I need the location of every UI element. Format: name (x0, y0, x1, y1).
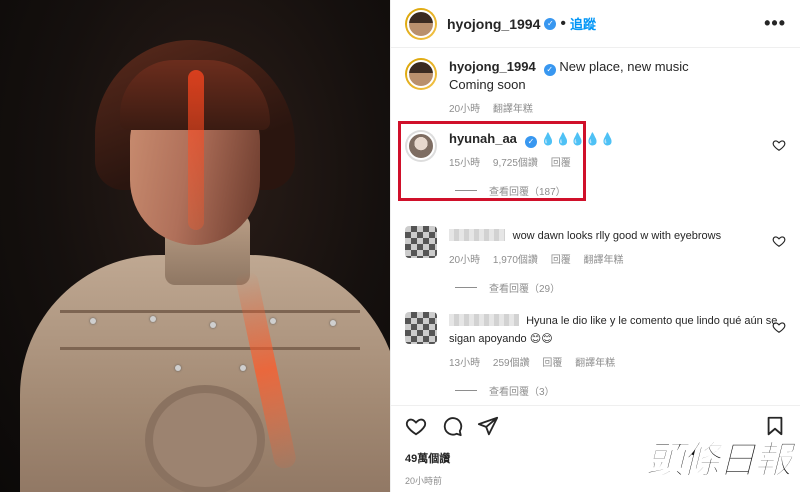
translate-link[interactable]: 翻譯年糕 (575, 358, 615, 369)
caption-translate-link[interactable]: 翻譯年糕 (493, 104, 533, 115)
like-comment-heart-icon[interactable] (772, 234, 786, 248)
photo-stud (210, 322, 216, 328)
post-side-panel: hyojong_1994 ✓ • 追蹤 ••• hyojong_1994 ✓ Ne… (390, 0, 800, 492)
comment-body: wow dawn looks rlly good w with eyebrows (512, 230, 722, 242)
comments-list: hyojong_1994 ✓ New place, new music Comin… (391, 48, 800, 402)
separator-dot: • (560, 14, 566, 32)
photo-cutout (145, 385, 265, 492)
photo-stud (175, 365, 181, 371)
caption-meta: 20小時 翻譯年糕 (449, 100, 786, 115)
caption-line2: Coming soon (449, 77, 526, 92)
comment-text: wow dawn looks rlly good w with eyebrows (449, 226, 786, 245)
reply-button[interactable]: 回覆 (542, 358, 562, 369)
blurred-username (449, 229, 505, 241)
comment-likes[interactable]: 1,970個讚 (493, 255, 538, 266)
view-replies-label[interactable]: 查看回覆（3） (489, 383, 555, 398)
view-replies-button[interactable]: 查看回覆（29） (455, 280, 786, 295)
like-comment-heart-icon[interactable] (772, 138, 786, 152)
view-replies-label[interactable]: 查看回覆（29） (489, 280, 560, 295)
comment-item: Hyuna le dio like y le comento que lindo… (405, 312, 786, 402)
photo-strap (60, 310, 360, 350)
highlight-box (398, 121, 586, 201)
comment-time: 13小時 (449, 358, 481, 369)
photo-stud (240, 365, 246, 371)
caption: hyojong_1994 ✓ New place, new music Comin… (405, 58, 786, 122)
comment-likes[interactable]: 259個讚 (493, 358, 530, 369)
photo-stud (150, 316, 156, 322)
photo-stud (270, 318, 276, 324)
like-comment-heart-icon[interactable] (772, 320, 786, 334)
post-photo (0, 0, 390, 492)
verified-icon: ✓ (544, 17, 557, 30)
commenter-avatar-blurred (405, 312, 437, 344)
caption-line1: New place, new music (559, 59, 689, 74)
verified-icon: ✓ (543, 64, 556, 76)
like-heart-icon[interactable] (405, 415, 427, 437)
view-replies-button[interactable]: 查看回覆（3） (455, 383, 786, 398)
caption-text: hyojong_1994 ✓ New place, new music Comin… (449, 58, 786, 94)
comment-meta: 20小時 1,970個讚 回覆 翻譯年糕 (449, 251, 786, 266)
newspaper-watermark-logo: 頭條日報 (645, 438, 792, 483)
author-avatar[interactable] (405, 7, 437, 40)
follow-button[interactable]: 追蹤 (570, 14, 596, 33)
commenter-avatar-blurred (405, 226, 437, 258)
instagram-post-view: hyojong_1994 ✓ • 追蹤 ••• hyojong_1994 ✓ Ne… (0, 0, 800, 492)
share-paper-plane-icon[interactable] (477, 415, 499, 437)
translate-link[interactable]: 翻譯年糕 (584, 255, 624, 266)
author-username[interactable]: hyojong_1994 (447, 16, 540, 32)
caption-author[interactable]: hyojong_1994 (449, 59, 536, 74)
reply-button[interactable]: 回覆 (551, 255, 571, 266)
post-header: hyojong_1994 ✓ • 追蹤 ••• (391, 0, 800, 48)
photo-stud (330, 320, 336, 326)
more-options-icon[interactable]: ••• (764, 13, 786, 34)
comment-item: wow dawn looks rlly good w with eyebrows… (405, 226, 786, 308)
comment-text: Hyuna le dio like y le comento que lindo… (449, 312, 786, 348)
author-avatar[interactable] (405, 58, 437, 90)
comment-time: 20小時 (449, 255, 481, 266)
photo-stud (90, 318, 96, 324)
blurred-username (449, 314, 519, 326)
photo-light-streak (188, 70, 204, 230)
caption-time: 20小時 (449, 104, 481, 115)
comment-meta: 13小時 259個讚 回覆 翻譯年糕 (449, 354, 786, 369)
comment-bubble-icon[interactable] (441, 415, 463, 437)
